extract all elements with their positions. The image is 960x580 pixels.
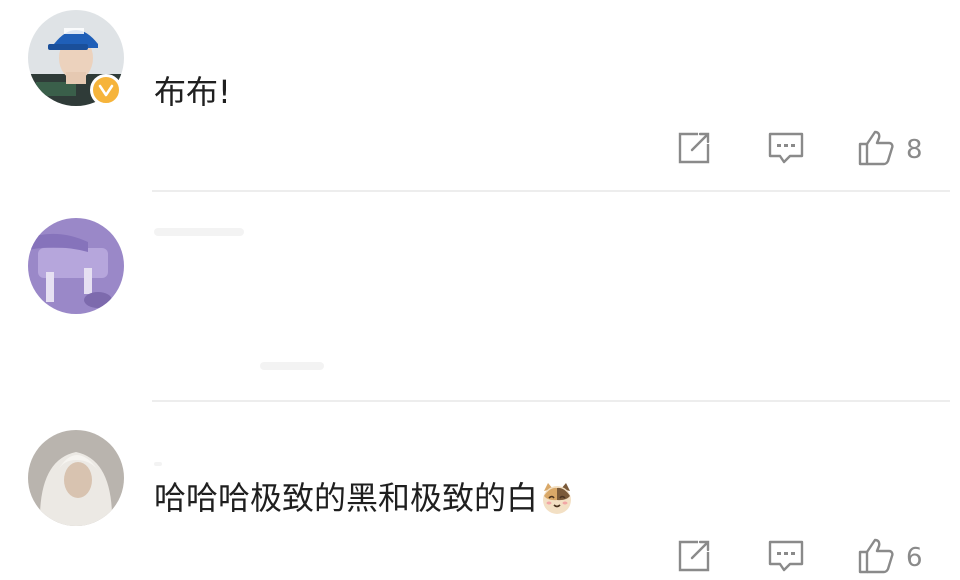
like-button[interactable]: 6 <box>856 538 923 578</box>
thumbs-up-icon <box>856 536 896 580</box>
comment-actions: 6 <box>670 538 940 578</box>
share-button[interactable] <box>674 130 714 170</box>
comment-icon <box>766 128 806 172</box>
share-icon <box>674 128 714 172</box>
share-icon <box>674 536 714 580</box>
comment-text: 布布! <box>154 73 231 111</box>
like-count: 6 <box>906 543 923 573</box>
share-button[interactable] <box>674 538 714 578</box>
faint-artifact <box>154 462 162 466</box>
comment-item: 哈哈哈极致的黑和极致的白 6 <box>0 200 960 574</box>
comment-divider <box>152 400 950 402</box>
like-count: 8 <box>906 135 923 165</box>
faint-artifact <box>260 362 324 370</box>
reply-button[interactable] <box>766 538 806 578</box>
comment-actions: 8 <box>670 130 940 170</box>
user-avatar[interactable] <box>28 218 124 314</box>
comment-divider <box>152 190 950 192</box>
user-avatar[interactable] <box>28 430 124 526</box>
reply-button[interactable] <box>766 130 806 170</box>
comment-item: 布布! 8 <box>0 0 960 192</box>
like-button[interactable]: 8 <box>856 130 923 170</box>
verified-badge-icon <box>90 74 122 106</box>
thumbs-up-icon <box>856 128 896 172</box>
username-placeholder <box>154 228 244 236</box>
comment-item <box>0 410 960 526</box>
comment-icon <box>766 536 806 580</box>
